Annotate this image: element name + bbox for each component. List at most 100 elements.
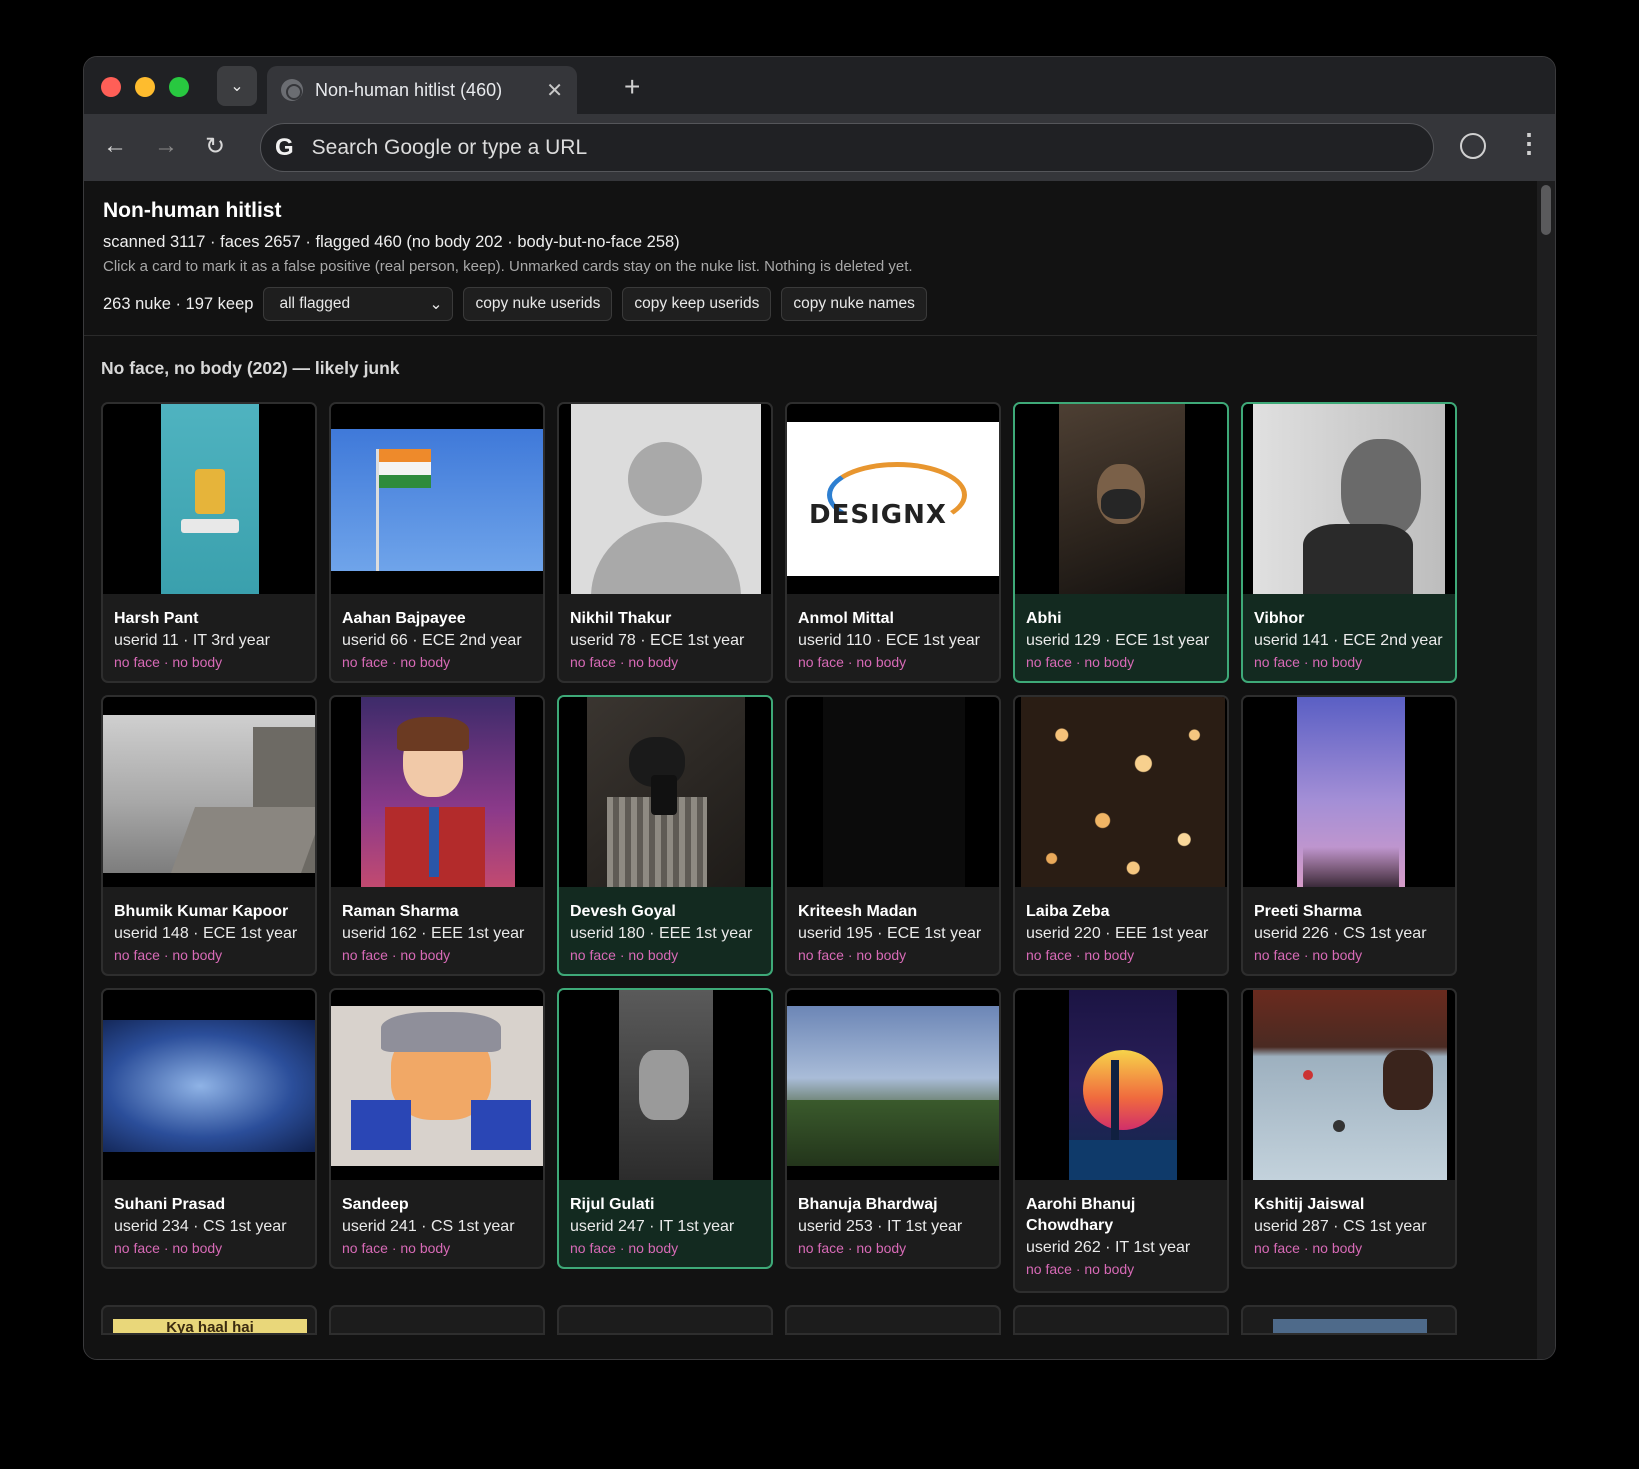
scrollbar-thumb[interactable] xyxy=(1541,185,1551,235)
card-meta: userid 78 · ECE 1st year xyxy=(570,632,745,649)
user-card[interactable] xyxy=(329,1305,545,1335)
card-name: Harsh Pant xyxy=(114,610,199,627)
user-card[interactable]: Suhani Prasad userid 234 · CS 1st year no … xyxy=(101,988,317,1269)
card-flags: no face · no body xyxy=(1254,654,1363,670)
user-card[interactable]: Bhanuja Bhardwaj userid 253 · IT 1st year… xyxy=(785,988,1001,1269)
user-card[interactable] xyxy=(785,1305,1001,1335)
card-meta: userid 262 · IT 1st year xyxy=(1026,1239,1191,1256)
card-thumbnail xyxy=(331,990,543,1180)
card-flags: no face · no body xyxy=(342,947,451,963)
user-card[interactable]: Kriteesh Madan userid 195 · ECE 1st year n… xyxy=(785,695,1001,976)
card-flags: no face · no body xyxy=(570,1240,679,1256)
hitlist-header: Non-human hitlist scanned 3117 · faces 2… xyxy=(84,181,1537,336)
card-meta: userid 162 · EEE 1st year xyxy=(342,925,525,942)
card-thumbnail xyxy=(1243,697,1455,887)
card-thumbnail xyxy=(1015,404,1227,594)
card-name: Raman Sharma xyxy=(342,903,459,920)
user-card[interactable] xyxy=(557,1305,773,1335)
page-title: Non-human hitlist xyxy=(103,199,282,222)
user-card[interactable]: Aarohi Bhanuj Chowdhary userid 262 · IT 1… xyxy=(1013,988,1229,1293)
card-thumbnail xyxy=(331,697,543,887)
forward-icon[interactable]: → xyxy=(154,132,178,160)
card-meta: userid 287 · CS 1st year xyxy=(1254,1218,1427,1235)
tab-strip: ⌄ Non-human hitlist (460) ✕ + xyxy=(84,57,1555,114)
card-thumbnail xyxy=(559,697,771,887)
card-thumbnail: DESIGNX xyxy=(787,404,999,594)
card-name: Bhumik Kumar Kapoor xyxy=(114,903,289,920)
reload-icon[interactable]: ↻ xyxy=(205,132,225,161)
user-card[interactable]: Abhi userid 129 · ECE 1st year no face · n… xyxy=(1013,402,1229,683)
user-card[interactable]: Raman Sharma userid 162 · EEE 1st year no … xyxy=(329,695,545,976)
card-name: Devesh Goyal xyxy=(570,903,676,920)
card-name: Preeti Sharma xyxy=(1254,903,1362,920)
card-meta: userid 141 · ECE 2nd year xyxy=(1254,632,1443,649)
card-meta: userid 180 · EEE 1st year xyxy=(570,925,753,942)
user-card[interactable]: Kya haal hai xyxy=(101,1305,317,1335)
user-card[interactable]: Harsh Pant userid 11 · IT 3rd year no face… xyxy=(101,402,317,683)
user-card[interactable]: Kshitij Jaiswal userid 287 · CS 1st year n… xyxy=(1241,988,1457,1269)
card-flags: no face · no body xyxy=(570,947,679,963)
user-card[interactable]: Rijul Gulati userid 247 · IT 1st year no f… xyxy=(557,988,773,1269)
card-meta: userid 241 · CS 1st year xyxy=(342,1218,515,1235)
menu-icon[interactable]: ⋮ xyxy=(1516,128,1542,159)
profile-icon[interactable] xyxy=(1460,133,1486,159)
omnibox[interactable]: G Search Google or type a URL xyxy=(260,123,1434,172)
user-card[interactable] xyxy=(1013,1305,1229,1335)
card-name: Kshitij Jaiswal xyxy=(1254,1196,1365,1213)
maximize-window-button[interactable] xyxy=(169,77,189,97)
section-title: No face, no body (202) — likely junk xyxy=(101,358,400,378)
card-meta: userid 226 · CS 1st year xyxy=(1254,925,1427,942)
nuke-keep-counts: 263 nuke · 197 keep xyxy=(103,294,254,313)
user-card[interactable]: Sandeep userid 241 · CS 1st year no face ·… xyxy=(329,988,545,1269)
card-thumbnail xyxy=(1015,697,1227,887)
new-tab-button[interactable]: + xyxy=(624,71,640,103)
card-name: Aarohi Bhanuj Chowdhary xyxy=(1026,1196,1136,1234)
copy-nuke-names-button[interactable]: copy nuke names xyxy=(781,287,927,321)
google-icon: G xyxy=(275,133,294,161)
card-flags: no face · no body xyxy=(114,654,223,670)
card-meta: userid 11 · IT 3rd year xyxy=(114,632,270,649)
card-thumbnail xyxy=(103,990,315,1180)
card-name: Aahan Bajpayee xyxy=(342,610,466,627)
user-card[interactable]: Vibhor userid 141 · ECE 2nd year no face ·… xyxy=(1241,402,1457,683)
copy-nuke-userids-button[interactable]: copy nuke userids xyxy=(463,287,613,321)
omnibox-placeholder: Search Google or type a URL xyxy=(311,135,588,159)
card-meta: userid 129 · ECE 1st year xyxy=(1026,632,1210,649)
card-meta: userid 66 · ECE 2nd year xyxy=(342,632,522,649)
back-icon[interactable]: ← xyxy=(103,132,127,160)
card-flags: no face · no body xyxy=(798,1240,907,1256)
scrollbar-track[interactable] xyxy=(1537,181,1555,1359)
chevron-down-icon: ⌄ xyxy=(230,78,244,95)
card-flags: no face · no body xyxy=(1026,947,1135,963)
user-card[interactable]: DESIGNX Anmol Mittal userid 110 · ECE 1st… xyxy=(785,402,1001,683)
user-card[interactable]: Devesh Goyal userid 180 · EEE 1st year no … xyxy=(557,695,773,976)
card-flags: no face · no body xyxy=(114,1240,223,1256)
user-card[interactable]: Aahan Bajpayee userid 66 · ECE 2nd year no… xyxy=(329,402,545,683)
filter-select[interactable]: all flagged ⌄ xyxy=(263,287,454,321)
card-meta: userid 253 · IT 1st year xyxy=(798,1218,963,1235)
card-flags: no face · no body xyxy=(798,654,907,670)
user-card[interactable]: Bhumik Kumar Kapoor userid 148 · ECE 1st … xyxy=(101,695,317,976)
filter-value: all flagged xyxy=(279,295,351,312)
tab-search-button[interactable]: ⌄ xyxy=(217,66,257,106)
chevron-down-icon: ⌄ xyxy=(429,295,443,313)
close-window-button[interactable] xyxy=(101,77,121,97)
user-card[interactable]: Nikhil Thakur userid 78 · ECE 1st year no … xyxy=(557,402,773,683)
card-name: Abhi xyxy=(1026,610,1062,627)
browser-toolbar: ← → ↻ G Search Google or type a URL ⋮ xyxy=(84,114,1555,181)
card-thumbnail xyxy=(103,697,315,887)
copy-keep-userids-button[interactable]: copy keep userids xyxy=(622,287,772,321)
card-thumbnail xyxy=(787,990,999,1180)
instructions: Click a card to mark it as a false posit… xyxy=(103,258,913,275)
card-flags: no face · no body xyxy=(570,654,679,670)
card-name: Bhanuja Bhardwaj xyxy=(798,1196,938,1213)
card-name: Sandeep xyxy=(342,1196,409,1213)
tab-active[interactable]: Non-human hitlist (460) ✕ xyxy=(267,66,577,114)
close-icon[interactable]: ✕ xyxy=(546,78,563,103)
user-card[interactable] xyxy=(1241,1305,1457,1335)
user-card[interactable]: Laiba Zeba userid 220 · EEE 1st year no fa… xyxy=(1013,695,1229,976)
user-card[interactable]: Preeti Sharma userid 226 · CS 1st year no … xyxy=(1241,695,1457,976)
card-thumbnail xyxy=(559,404,771,594)
page-content: Non-human hitlist scanned 3117 · faces 2… xyxy=(84,181,1537,1359)
minimize-window-button[interactable] xyxy=(135,77,155,97)
